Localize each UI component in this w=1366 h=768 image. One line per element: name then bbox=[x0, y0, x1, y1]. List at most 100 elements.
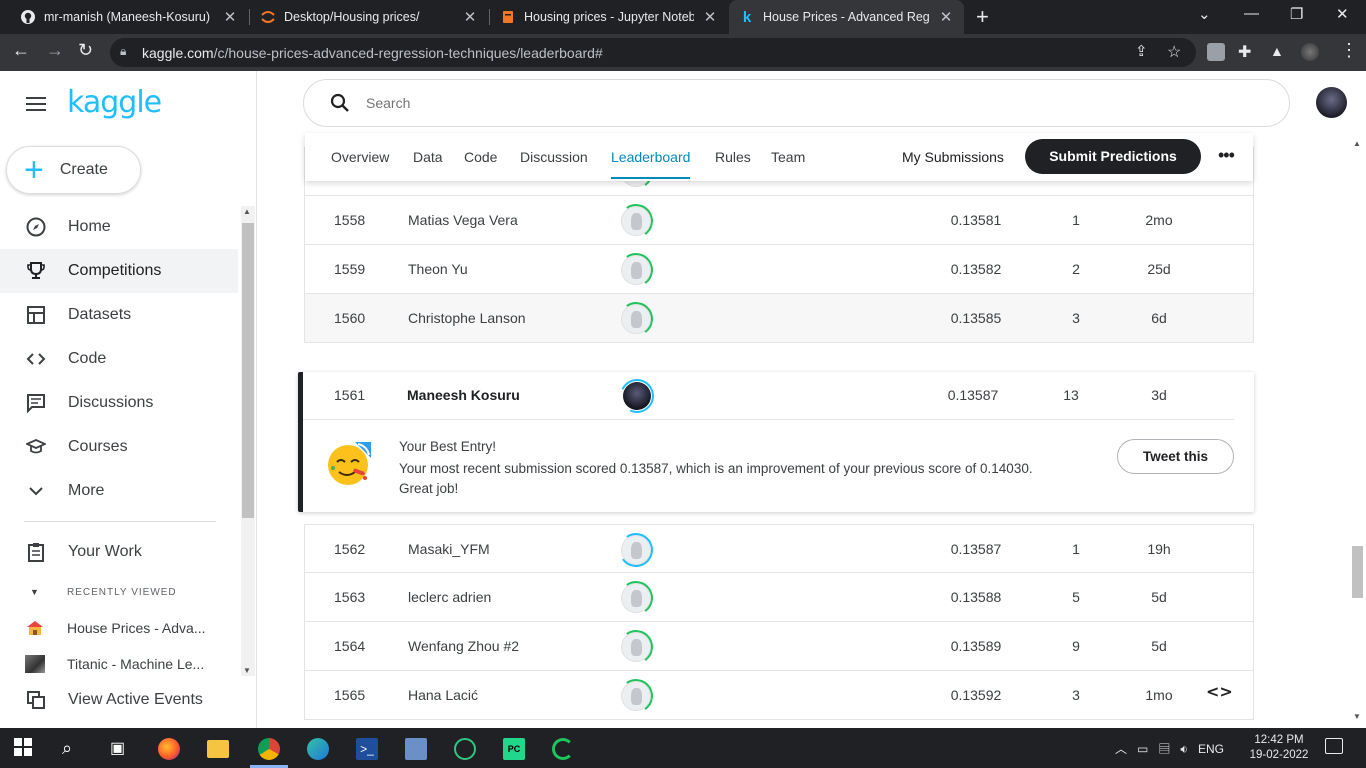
powershell-icon[interactable]: >_ bbox=[356, 738, 378, 760]
table-row[interactable]: 1564 Wenfang Zhou #2 0.13589 9 5d bbox=[304, 622, 1254, 671]
team-name-cell[interactable]: Wenfang Zhou #2 bbox=[408, 622, 519, 670]
browser-tab-notebook[interactable]: Housing prices - Jupyter Notebook ✕ bbox=[490, 0, 728, 34]
battery-icon[interactable]: ▭ bbox=[1137, 742, 1148, 756]
window-close-icon[interactable]: ✕ bbox=[1336, 5, 1349, 23]
team-avatar[interactable] bbox=[616, 627, 656, 667]
search-bar[interactable] bbox=[303, 79, 1290, 127]
windows-start-icon[interactable] bbox=[14, 738, 36, 760]
table-row[interactable]: 1560 Christophe Lanson 0.13585 3 6d bbox=[304, 294, 1254, 343]
team-avatar[interactable] bbox=[615, 374, 659, 418]
team-name-cell[interactable]: Masaki_YFM bbox=[408, 525, 490, 573]
browser-tab-jupyter[interactable]: Desktop/Housing prices/ ✕ bbox=[250, 0, 488, 34]
file-explorer-icon[interactable] bbox=[207, 740, 229, 758]
close-icon[interactable]: ✕ bbox=[462, 8, 478, 26]
scroll-down-arrow-icon[interactable]: ▼ bbox=[243, 666, 251, 675]
sidebar-item-more[interactable]: More bbox=[0, 469, 238, 513]
puzzle-icon[interactable]: ✚ bbox=[1238, 42, 1251, 62]
scroll-up-arrow-icon[interactable]: ▲ bbox=[243, 207, 251, 216]
team-avatar[interactable] bbox=[616, 578, 656, 618]
tweet-this-button[interactable]: Tweet this bbox=[1117, 439, 1234, 474]
recent-item-house-prices[interactable]: House Prices - Adva... bbox=[0, 613, 238, 643]
table-row[interactable]: 1563 leclerc adrien 0.13588 5 5d bbox=[304, 573, 1254, 622]
submit-predictions-button[interactable]: Submit Predictions bbox=[1025, 139, 1201, 174]
collapse-arrow-icon[interactable]: ▼ bbox=[30, 587, 39, 597]
recent-item-titanic[interactable]: Titanic - Machine Le... bbox=[0, 649, 238, 679]
tab-data[interactable]: Data bbox=[413, 133, 443, 181]
tab-leaderboard[interactable]: Leaderboard bbox=[611, 133, 691, 181]
sidebar-item-datasets[interactable]: Datasets bbox=[0, 293, 238, 337]
close-icon[interactable]: ✕ bbox=[702, 8, 718, 26]
task-view-icon[interactable]: ▣ bbox=[110, 738, 132, 760]
table-row[interactable]: 1559 Theon Yu 0.13582 2 25d bbox=[304, 245, 1254, 294]
page-scroll-thumb[interactable] bbox=[1352, 546, 1363, 598]
flask-icon[interactable]: ▲ bbox=[1270, 43, 1284, 59]
new-tab-icon[interactable]: + bbox=[976, 4, 989, 30]
pycharm-icon[interactable]: PC bbox=[503, 738, 525, 760]
page-scrollbar[interactable] bbox=[1350, 133, 1366, 728]
chrome-icon[interactable] bbox=[258, 738, 280, 760]
tab-overview[interactable]: Overview bbox=[331, 133, 389, 181]
create-button[interactable]: + Create bbox=[6, 146, 141, 194]
team-avatar[interactable] bbox=[616, 250, 656, 290]
openai-icon[interactable] bbox=[454, 738, 476, 760]
team-name-cell[interactable]: leclerc adrien bbox=[408, 573, 491, 621]
system-app-icon[interactable] bbox=[405, 738, 427, 760]
team-name-cell[interactable]: Hana Lacić bbox=[408, 671, 478, 719]
chrome-menu-icon[interactable]: ⋮ bbox=[1340, 40, 1358, 61]
hamburger-menu-icon[interactable] bbox=[26, 97, 46, 111]
taskbar-clock[interactable]: 12:42 PM 19-02-2022 bbox=[1240, 733, 1318, 763]
table-row-mine[interactable]: 1561 Maneesh Kosuru 0.13587 13 3d bbox=[303, 372, 1234, 420]
volume-icon[interactable]: 🔉︎ bbox=[1180, 742, 1188, 756]
browser-tab-kaggle[interactable]: k House Prices - Advanced Regression ✕ bbox=[729, 0, 964, 34]
code-brackets-icon[interactable]: <> bbox=[1206, 682, 1233, 701]
team-name-cell[interactable]: Matias Vega Vera bbox=[408, 196, 518, 244]
team-name-cell[interactable]: Maneesh Kosuru bbox=[407, 387, 520, 403]
loading-app-icon[interactable] bbox=[552, 738, 574, 760]
sidebar-item-courses[interactable]: Courses bbox=[0, 425, 238, 469]
page-scroll-down-icon[interactable]: ▼ bbox=[1353, 712, 1361, 721]
tab-discussion[interactable]: Discussion bbox=[520, 133, 588, 181]
forward-icon[interactable]: → bbox=[46, 40, 64, 61]
sidebar-item-home[interactable]: Home bbox=[0, 205, 238, 249]
minimize-icon[interactable]: — bbox=[1244, 5, 1259, 22]
back-icon[interactable]: ← bbox=[12, 40, 30, 61]
table-row[interactable]: 1558 Matias Vega Vera 0.13581 1 2mo bbox=[304, 196, 1254, 245]
team-avatar[interactable] bbox=[616, 201, 656, 241]
team-name-cell[interactable]: Christophe Lanson bbox=[408, 294, 526, 342]
search-input[interactable] bbox=[366, 95, 1166, 111]
kaggle-logo[interactable]: kaggle bbox=[67, 85, 162, 120]
team-avatar[interactable] bbox=[616, 530, 656, 570]
team-name-cell[interactable]: Theon Yu bbox=[408, 245, 468, 293]
close-icon[interactable]: ✕ bbox=[938, 8, 954, 26]
extension-icon[interactable] bbox=[1207, 43, 1225, 61]
language-indicator[interactable]: ENG bbox=[1198, 742, 1224, 756]
share-icon[interactable]: ⇪ bbox=[1135, 42, 1148, 60]
edge-icon[interactable] bbox=[307, 738, 329, 760]
restore-icon[interactable]: ❐ bbox=[1290, 5, 1303, 23]
browser-tab-github[interactable]: mr-manish (Maneesh-Kosuru) ✕ bbox=[10, 0, 248, 34]
firefox-icon[interactable] bbox=[158, 738, 180, 760]
sidebar-item-your-work[interactable]: Your Work bbox=[0, 530, 238, 574]
search-icon[interactable]: ⌕ bbox=[62, 738, 84, 760]
close-icon[interactable]: ✕ bbox=[222, 8, 238, 26]
sidebar-item-discussions[interactable]: Discussions bbox=[0, 381, 238, 425]
tab-search-icon[interactable]: ⌄ bbox=[1198, 5, 1211, 23]
table-row[interactable]: 1562 Masaki_YFM 0.13587 1 19h bbox=[304, 524, 1254, 573]
more-options-icon[interactable]: ••• bbox=[1218, 145, 1235, 166]
profile-avatar[interactable] bbox=[1301, 43, 1319, 61]
chevron-up-icon[interactable]: ︿ bbox=[1115, 742, 1127, 756]
my-submissions-link[interactable]: My Submissions bbox=[902, 133, 1004, 181]
team-avatar[interactable] bbox=[616, 676, 656, 716]
sidebar-item-view-active-events[interactable]: View Active Events bbox=[0, 678, 238, 722]
bookmark-star-icon[interactable]: ☆ bbox=[1167, 42, 1181, 62]
notification-icon[interactable] bbox=[1325, 738, 1343, 754]
sidebar-scroll-thumb[interactable] bbox=[242, 223, 254, 518]
team-avatar[interactable] bbox=[616, 299, 656, 339]
table-row[interactable]: 1565 Hana Lacić 0.13592 3 1mo bbox=[304, 671, 1254, 720]
tab-rules[interactable]: Rules bbox=[715, 133, 751, 181]
reload-icon[interactable]: ↻ bbox=[78, 40, 93, 61]
sidebar-item-code[interactable]: Code bbox=[0, 337, 238, 381]
address-bar[interactable]: 🔒︎ kaggle.com/c/house-prices-advanced-re… bbox=[110, 38, 1196, 67]
network-icon[interactable]: ▤ bbox=[1158, 742, 1170, 756]
tab-team[interactable]: Team bbox=[771, 133, 805, 181]
